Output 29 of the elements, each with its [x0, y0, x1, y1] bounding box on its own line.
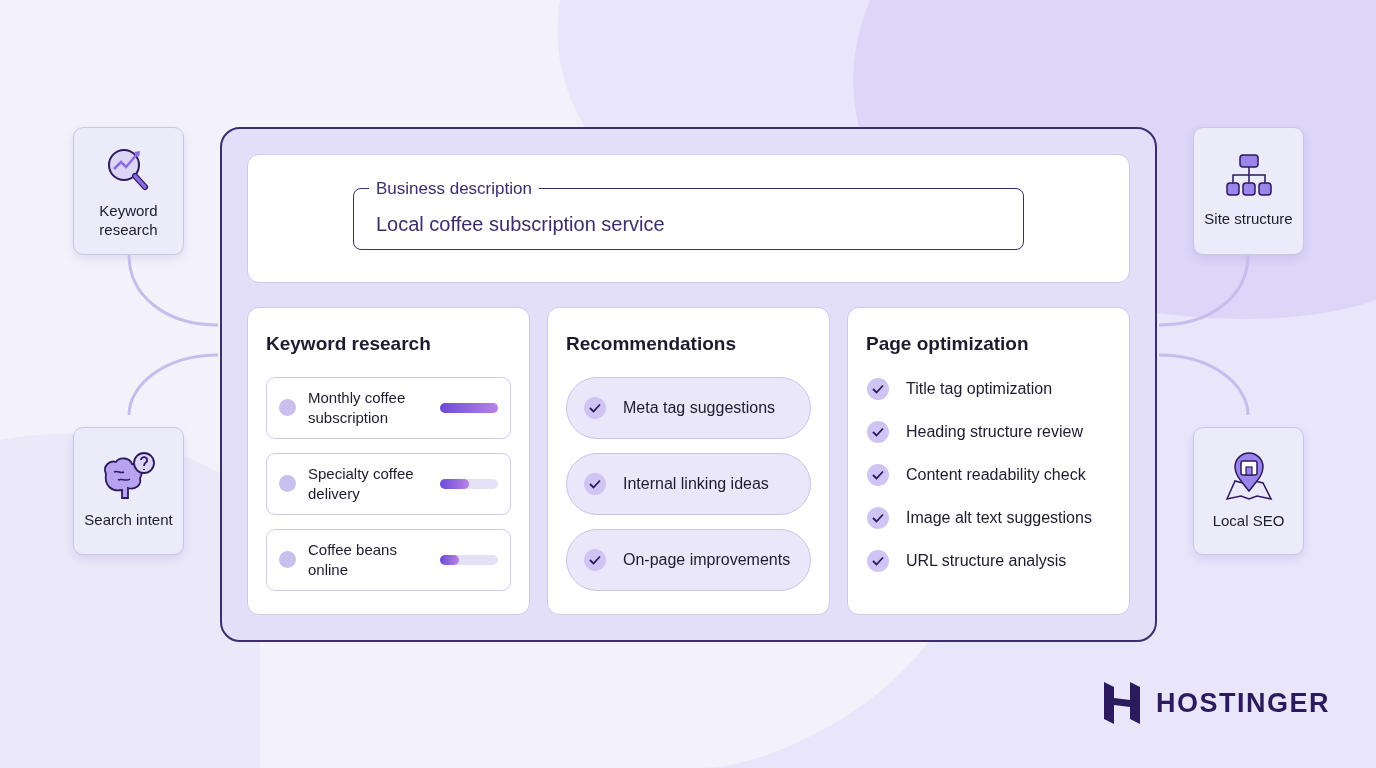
checklist-item: URL structure analysis	[906, 550, 1067, 571]
tile-label: Local SEO	[1212, 511, 1285, 531]
recommendation-pill[interactable]: Internal linking ideas	[566, 452, 811, 515]
keyword-text: Specialty coffee delivery	[308, 464, 415, 503]
bullet-icon	[279, 475, 296, 492]
keyword-row[interactable]: Specialty coffee delivery	[266, 452, 511, 515]
level-bar	[440, 478, 498, 489]
checklist-item: Heading structure review	[906, 421, 1083, 442]
card-title: Recommendations	[566, 332, 737, 356]
bullet-icon	[279, 551, 296, 568]
level-bar	[440, 402, 498, 413]
checklist-item: Title tag optimization	[906, 378, 1053, 399]
card-title: Keyword research	[266, 332, 432, 356]
checklist-item: Content readability check	[906, 464, 1086, 485]
level-bar	[440, 554, 498, 565]
tile-label: Site structure	[1204, 209, 1293, 229]
keyword-text: Coffee beans online	[308, 540, 398, 579]
checklist-item: Image alt text suggestions	[906, 507, 1092, 528]
keyword-row[interactable]: Monthly coffee subscription	[266, 376, 511, 439]
brand-name: HOSTINGER	[1156, 686, 1330, 720]
recommendation-pill[interactable]: On-page improvements	[566, 528, 811, 591]
tile-label: Search intent	[84, 510, 173, 530]
bullet-icon	[279, 399, 296, 416]
logo-icon	[1104, 682, 1140, 724]
keyword-row[interactable]: Coffee beans online	[266, 528, 511, 591]
card-title: Page optimization	[866, 332, 1030, 356]
tile-label: Keyword research	[98, 200, 159, 240]
keyword-text: Monthly coffee subscription	[308, 388, 407, 427]
recommendation-pill[interactable]: Meta tag suggestions	[566, 376, 811, 439]
